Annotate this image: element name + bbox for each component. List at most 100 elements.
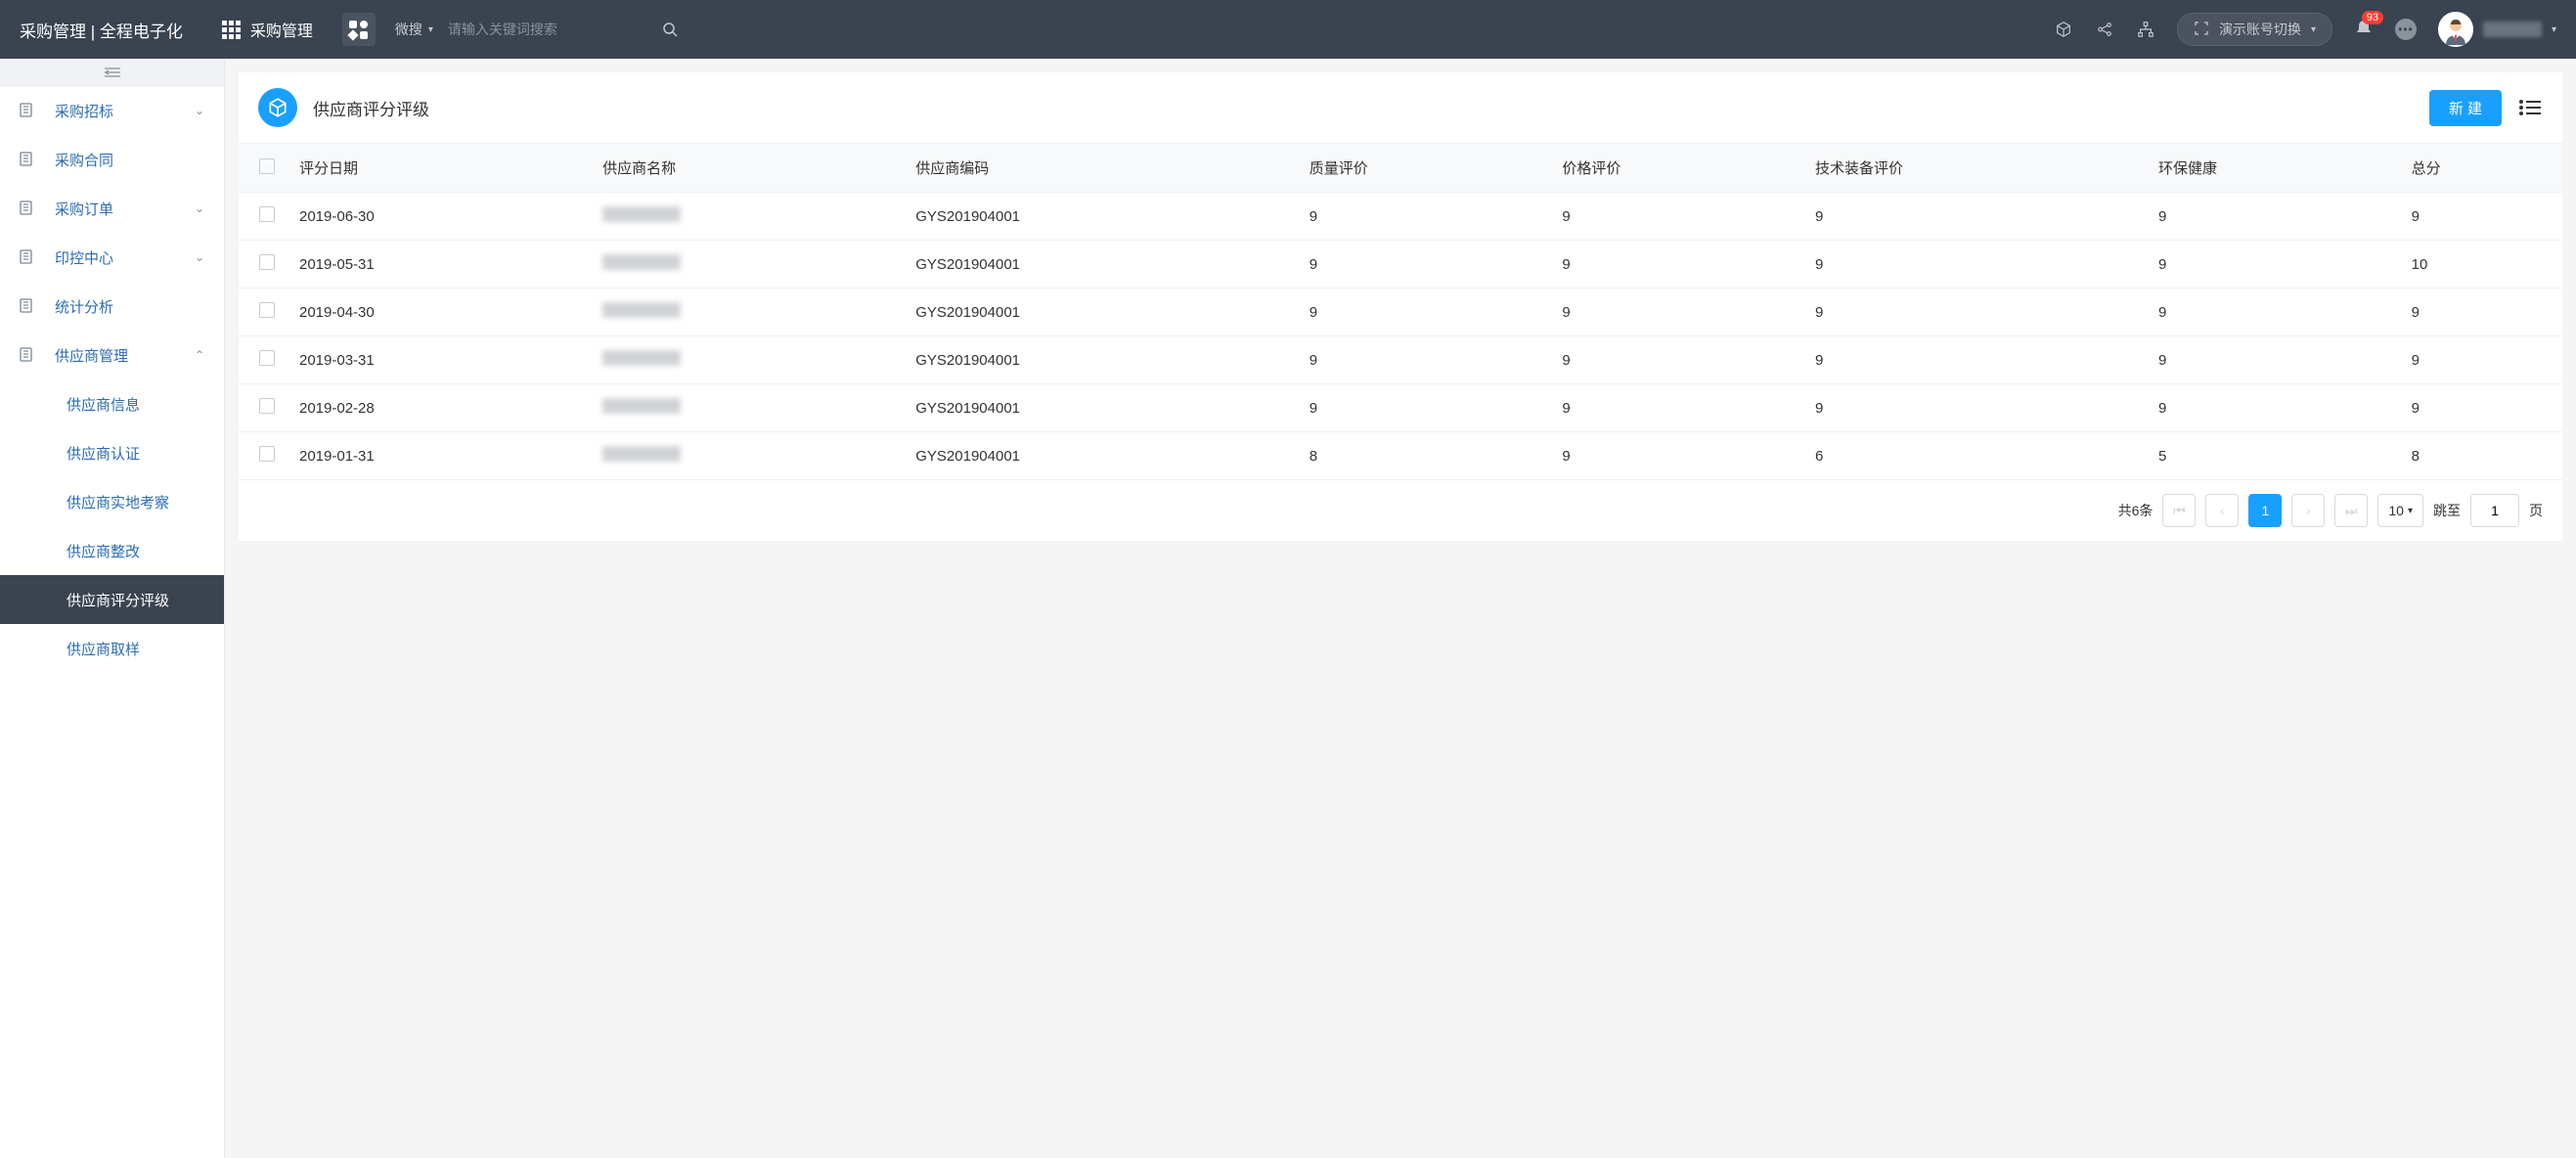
cell-env: 5 (2147, 432, 2400, 480)
prev-page-button[interactable]: ‹ (2205, 494, 2239, 527)
notification-badge: 93 (2362, 11, 2383, 24)
row-checkbox[interactable] (259, 206, 275, 222)
list-view-button[interactable] (2517, 95, 2543, 120)
cell-env: 9 (2147, 241, 2400, 289)
cell-tech: 9 (1803, 336, 2147, 384)
document-icon (20, 200, 37, 218)
chevron-down-icon: ⌄ (195, 201, 204, 215)
row-checkbox[interactable] (259, 254, 275, 270)
select-all-checkbox[interactable] (259, 158, 275, 174)
page-1-button[interactable]: 1 (2248, 494, 2282, 527)
sidebar-item-3[interactable]: 印控中心⌄ (0, 233, 224, 282)
table-row[interactable]: 2019-06-30GYS20190400199999 (239, 193, 2562, 241)
table-row[interactable]: 2019-01-31GYS20190400189658 (239, 432, 2562, 480)
col-supplier-code: 供应商编码 (904, 144, 1298, 193)
cell-supplier-name (591, 384, 904, 432)
table-row[interactable]: 2019-02-28GYS20190400199999 (239, 384, 2562, 432)
chevron-up-icon: ⌃ (195, 348, 204, 362)
sidebar-subitem-0[interactable]: 供应商信息 (0, 379, 224, 428)
col-total: 总分 (2400, 144, 2562, 193)
col-supplier-name: 供应商名称 (591, 144, 904, 193)
row-checkbox[interactable] (259, 302, 275, 318)
cell-quality: 9 (1298, 241, 1551, 289)
app-title: 采购管理 | 全程电子化 (20, 18, 183, 42)
cube-icon[interactable] (2054, 20, 2073, 39)
sidebar-subitem-5[interactable]: 供应商取样 (0, 624, 224, 673)
main-content: 供应商评分评级 新 建 评分日期 供应商名称 供应商编码 质量评价 价格评价 技… (225, 59, 2576, 1158)
cell-supplier-code: GYS201904001 (904, 336, 1298, 384)
sidebar-collapse-button[interactable] (0, 59, 224, 86)
notifications-button[interactable]: 93 (2354, 19, 2374, 41)
jump-label: 跳至 (2433, 501, 2461, 520)
module-icon[interactable] (342, 13, 376, 46)
search-button[interactable] (653, 13, 687, 46)
next-page-button[interactable]: › (2291, 494, 2325, 527)
cell-price: 9 (1550, 336, 1803, 384)
jump-input[interactable] (2470, 494, 2519, 527)
last-page-button[interactable]: ⏭ (2334, 494, 2368, 527)
cell-supplier-name (591, 241, 904, 289)
nav-label: 统计分析 (55, 296, 204, 317)
sitemap-icon[interactable] (2136, 20, 2155, 39)
cell-supplier-code: GYS201904001 (904, 432, 1298, 480)
cell-date: 2019-02-28 (288, 384, 591, 432)
cell-date: 2019-01-31 (288, 432, 591, 480)
panel-title: 供应商评分评级 (313, 96, 2429, 120)
document-icon (20, 346, 37, 365)
cell-supplier-code: GYS201904001 (904, 289, 1298, 336)
cell-tech: 9 (1803, 193, 2147, 241)
row-checkbox[interactable] (259, 398, 275, 414)
more-button[interactable]: ••• (2395, 19, 2417, 40)
nav-label: 供应商管理 (55, 345, 195, 366)
cell-date: 2019-05-31 (288, 241, 591, 289)
cell-date: 2019-04-30 (288, 289, 591, 336)
panel-cube-icon (258, 88, 297, 127)
user-menu[interactable]: ▾ (2438, 12, 2556, 47)
search-input[interactable] (448, 22, 644, 37)
table-row[interactable]: 2019-03-31GYS20190400199999 (239, 336, 2562, 384)
sidebar-item-4[interactable]: 统计分析 (0, 282, 224, 331)
sidebar-item-2[interactable]: 采购订单⌄ (0, 184, 224, 233)
row-checkbox[interactable] (259, 446, 275, 462)
cell-price: 9 (1550, 289, 1803, 336)
grid-icon (222, 21, 241, 39)
sidebar-item-5[interactable]: 供应商管理⌃ (0, 331, 224, 379)
scan-icon (2194, 21, 2209, 39)
sidebar-item-0[interactable]: 采购招标⌄ (0, 86, 224, 135)
header-right: 演示账号切换 ▾ 93 ••• ▾ (2054, 12, 2556, 47)
cell-quality: 9 (1298, 289, 1551, 336)
cell-total: 10 (2400, 241, 2562, 289)
row-checkbox[interactable] (259, 350, 275, 366)
new-button[interactable]: 新 建 (2429, 90, 2502, 126)
document-icon (20, 297, 37, 316)
sidebar-subitem-3[interactable]: 供应商整改 (0, 526, 224, 575)
first-page-button[interactable]: ⏮ (2162, 494, 2196, 527)
page-size-select[interactable]: 10 ▾ (2377, 494, 2423, 527)
nav-label: 采购合同 (55, 150, 204, 170)
page-size-value: 10 (2388, 503, 2404, 518)
col-tech: 技术装备评价 (1803, 144, 2147, 193)
document-icon (20, 248, 37, 267)
nav-label: 采购订单 (55, 199, 195, 219)
cell-supplier-name (591, 336, 904, 384)
cell-supplier-name (591, 289, 904, 336)
table-row[interactable]: 2019-05-31GYS201904001999910 (239, 241, 2562, 289)
sidebar-subitem-4[interactable]: 供应商评分评级 (0, 575, 224, 624)
cell-supplier-code: GYS201904001 (904, 193, 1298, 241)
jump-suffix: 页 (2529, 501, 2543, 520)
sidebar-subitem-2[interactable]: 供应商实地考察 (0, 477, 224, 526)
col-price: 价格评价 (1550, 144, 1803, 193)
cell-tech: 9 (1803, 289, 2147, 336)
apps-menu[interactable]: 采购管理 (222, 18, 313, 41)
nav-label: 采购招标 (55, 101, 195, 121)
share-icon[interactable] (2095, 20, 2114, 39)
sidebar-subitem-1[interactable]: 供应商认证 (0, 428, 224, 477)
cell-env: 9 (2147, 289, 2400, 336)
data-table: 评分日期 供应商名称 供应商编码 质量评价 价格评价 技术装备评价 环保健康 总… (239, 144, 2562, 480)
chevron-down-icon: ⌄ (195, 250, 204, 264)
collapse-icon (105, 67, 120, 78)
search-type-dropdown[interactable]: 微搜 ▾ (395, 20, 433, 39)
table-row[interactable]: 2019-04-30GYS20190400199999 (239, 289, 2562, 336)
sidebar-item-1[interactable]: 采购合同 (0, 135, 224, 184)
account-switch-button[interactable]: 演示账号切换 ▾ (2177, 13, 2332, 46)
